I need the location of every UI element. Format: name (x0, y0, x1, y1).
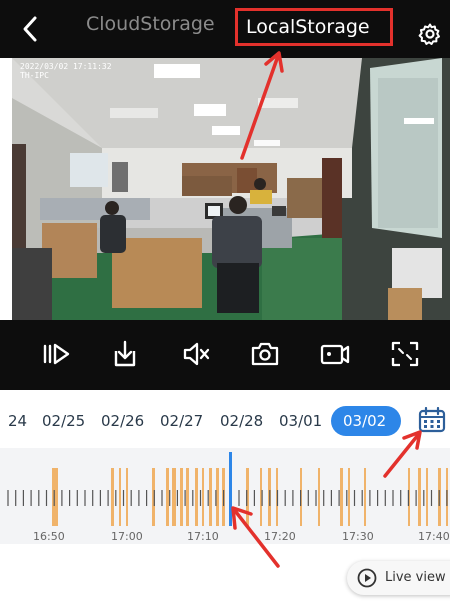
timeline-scrubber[interactable]: 16:50 17:00 17:10 17:20 17:30 17:40 (0, 448, 450, 544)
play-circle-icon (357, 568, 377, 588)
tab-cloud-storage[interactable]: CloudStorage (86, 13, 226, 35)
selected-date-label: 03/02 (343, 412, 387, 430)
video-osd: 2022/03/02 17:11:32 TH-IPC (20, 62, 112, 80)
mute-icon[interactable] (182, 340, 212, 368)
timeline-label: 17:30 (342, 530, 374, 543)
timeline-label: 17:00 (111, 530, 143, 543)
timeline-label: 17:40 (418, 530, 450, 543)
date-item[interactable]: 02/25 (42, 412, 85, 430)
date-item[interactable]: 24 (8, 412, 27, 430)
date-item[interactable]: 03/01 (279, 412, 322, 430)
osd-device: TH-IPC (20, 71, 49, 80)
gear-icon[interactable] (418, 22, 442, 46)
back-chevron-icon[interactable] (16, 14, 46, 44)
snapshot-icon[interactable] (250, 340, 280, 368)
video-frame-image (12, 58, 450, 320)
timeline-track (7, 452, 448, 526)
record-icon[interactable] (320, 340, 350, 368)
timeline-label: 17:20 (264, 530, 296, 543)
date-item[interactable]: 02/28 (220, 412, 263, 430)
header-bar: CloudStorage LocalStorage (0, 0, 450, 58)
osd-datetime: 2022/03/02 17:11:32 (20, 62, 112, 71)
live-view-button[interactable]: Live view (347, 561, 450, 595)
calendar-icon[interactable] (418, 407, 446, 433)
timeline-label: 16:50 (33, 530, 65, 543)
date-item-selected[interactable]: 03/02 (331, 406, 401, 436)
download-icon[interactable] (110, 340, 140, 368)
date-item[interactable]: 02/27 (160, 412, 203, 430)
play-icon[interactable] (42, 340, 72, 368)
timeline-ticks (7, 490, 448, 506)
date-item[interactable]: 02/26 (101, 412, 144, 430)
tab-local-storage[interactable]: LocalStorage (235, 8, 393, 46)
fullscreen-icon[interactable] (390, 340, 420, 368)
app-screen: CloudStorage LocalStorage 2022/03/02 17:… (0, 0, 450, 602)
playback-controls (0, 320, 450, 390)
tab-local-storage-label: LocalStorage (246, 16, 370, 38)
video-player[interactable]: 2022/03/02 17:11:32 TH-IPC (12, 58, 450, 320)
timeline-label: 17:10 (187, 530, 219, 543)
live-view-label: Live view (385, 570, 446, 585)
timeline-playhead[interactable] (229, 452, 232, 526)
